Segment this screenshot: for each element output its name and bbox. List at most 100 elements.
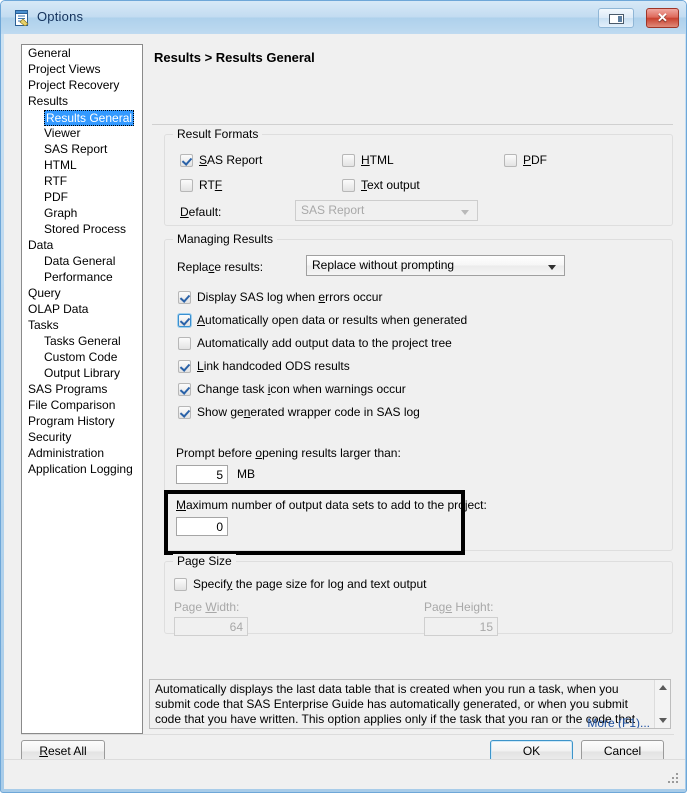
tree-item-sas-programs[interactable]: SAS Programs [22, 381, 142, 397]
max-datasets-input[interactable]: 0 [176, 517, 228, 536]
tree-item-data[interactable]: Data [22, 237, 142, 253]
resize-grip-icon[interactable] [668, 773, 680, 785]
tree-item-tasks[interactable]: Tasks [22, 317, 142, 333]
page-height-a: Pag [424, 600, 446, 614]
tree-item-project-views[interactable]: Project Views [22, 61, 142, 77]
description-pane: Automatically displays the last data tab… [149, 679, 671, 729]
default-format-label-rest: efault: [188, 205, 222, 219]
auto-add-output-checkbox[interactable] [178, 337, 191, 350]
tree-item-tasks-general[interactable]: Tasks General [22, 333, 142, 349]
display-sas-log-a: Display SAS log when [197, 290, 319, 304]
page-size-legend: Page Size [173, 554, 236, 568]
pdf-label-rest: DF [531, 153, 548, 167]
tree-item-rtf[interactable]: RTF [22, 173, 142, 189]
prompt-size-input[interactable]: 5 [176, 465, 228, 484]
prompt-size-label: Prompt before opening results larger tha… [176, 446, 401, 460]
text-output-checkbox[interactable] [342, 179, 355, 192]
prompt-size-b: pening results larger than: [262, 446, 401, 460]
text-output-label-rest: ext output [367, 178, 420, 192]
max-datasets-label: Maximum number of output data sets to ad… [176, 498, 487, 512]
reset-all-label: eset All [47, 744, 87, 758]
page-height-b: Height: [452, 600, 494, 614]
page-height-label: Page Height: [424, 600, 494, 614]
more-help-link[interactable]: More (F1)... [587, 716, 650, 728]
html-checkbox[interactable] [342, 154, 355, 167]
rtf-label: RTF [199, 178, 223, 192]
show-wrapper-code-b: erated wrapper code in SAS log [250, 405, 420, 419]
tree-item-results[interactable]: Results [22, 93, 142, 109]
link-handcoded-ods-checkbox[interactable] [178, 360, 191, 373]
replace-results-label-a: Repla [177, 260, 209, 274]
tree-item-program-history[interactable]: Program History [22, 413, 142, 429]
tree-item-security[interactable]: Security [22, 429, 142, 445]
tree-item-graph[interactable]: Graph [22, 205, 142, 221]
tree-item-pdf[interactable]: PDF [22, 189, 142, 205]
sas-report-checkbox[interactable] [180, 154, 193, 167]
prompt-size-units: MB [237, 467, 255, 481]
auto-open-results-checkbox[interactable] [178, 314, 191, 327]
tree-item-output-library[interactable]: Output Library [22, 365, 142, 381]
scroll-down-button[interactable] [655, 713, 670, 728]
replace-results-combo[interactable]: Replace without prompting [306, 255, 565, 276]
replace-results-label-b: e results: [214, 260, 264, 274]
default-format-combo[interactable]: SAS Report [295, 200, 478, 221]
tree-item-project-recovery[interactable]: Project Recovery [22, 77, 142, 93]
page-width-b: idth: [216, 600, 240, 614]
tree-item-viewer[interactable]: Viewer [22, 125, 142, 141]
tree-item-custom-code[interactable]: Custom Code [22, 349, 142, 365]
tree-item-results-general[interactable]: Results General [44, 110, 135, 126]
tree-item-sas-report[interactable]: SAS Report [22, 141, 142, 157]
tree-item-query[interactable]: Query [22, 285, 142, 301]
tree-item-html[interactable]: HTML [22, 157, 142, 173]
pdf-checkbox[interactable] [504, 154, 517, 167]
tree-item-data-general[interactable]: Data General [22, 253, 142, 269]
caret-down-icon [659, 718, 667, 723]
specify-page-size-a: Specif [193, 577, 227, 591]
specify-page-size-b: the page size for log and text output [232, 577, 427, 591]
rtf-checkbox[interactable] [180, 179, 193, 192]
specify-page-size-checkbox[interactable] [174, 578, 187, 591]
restore-icon [609, 14, 624, 24]
title-bar: Options ✕ [1, 1, 686, 34]
tree-item-stored-process[interactable]: Stored Process [22, 221, 142, 237]
page-width-input[interactable]: 64 [174, 617, 248, 636]
change-task-icon-checkbox[interactable] [178, 383, 191, 396]
html-label: HTML [361, 153, 394, 167]
show-wrapper-code-checkbox[interactable] [178, 406, 191, 419]
options-detail-pane: Results > Results General Result Formats… [152, 44, 674, 734]
tree-item-administration[interactable]: Administration [22, 445, 142, 461]
options-category-tree[interactable]: General Project Views Project Recovery R… [21, 44, 143, 734]
tree-item-performance[interactable]: Performance [22, 269, 142, 285]
link-handcoded-ods-rest: ink handcoded ODS results [203, 359, 350, 373]
tree-item-olap-data[interactable]: OLAP Data [22, 301, 142, 317]
restore-window-button[interactable] [598, 8, 634, 28]
result-formats-group: Result Formats SAS Report HTML PDF RTF T… [164, 127, 673, 226]
rtf-label-start: RT [199, 178, 215, 192]
display-sas-log-label: Display SAS log when errors occur [197, 290, 383, 304]
page-width-a: Page [174, 600, 206, 614]
tree-item-file-comparison[interactable]: File Comparison [22, 397, 142, 413]
auto-add-output-label: Automatically add output data to the pro… [197, 336, 452, 350]
dialog-client-area: General Project Views Project Recovery R… [4, 34, 685, 763]
display-sas-log-b: rrors occur [325, 290, 383, 304]
scroll-up-button[interactable] [655, 680, 670, 695]
footer-divider [21, 734, 674, 735]
default-format-label: Default: [180, 205, 222, 219]
header-divider [152, 124, 673, 125]
tree-item-general[interactable]: General [22, 45, 142, 61]
page-height-input[interactable]: 15 [424, 617, 498, 636]
options-dialog-window: Options ✕ General Project Views Project … [0, 0, 687, 793]
display-sas-log-checkbox[interactable] [178, 291, 191, 304]
tree-item-application-logging[interactable]: Application Logging [22, 461, 142, 477]
close-window-button[interactable]: ✕ [646, 8, 679, 28]
change-task-icon-a: Change task [197, 382, 268, 396]
options-document-icon [15, 10, 29, 26]
text-output-label: Text output [361, 178, 420, 192]
managing-results-group: Managing Results Replace results: Replac… [164, 232, 673, 551]
description-scrollbar[interactable] [654, 680, 670, 728]
status-strip [4, 759, 685, 789]
html-label-rest: TML [369, 153, 394, 167]
close-icon: ✕ [657, 10, 668, 25]
page-width-label: Page Width: [174, 600, 240, 614]
default-format-value: SAS Report [301, 203, 365, 217]
